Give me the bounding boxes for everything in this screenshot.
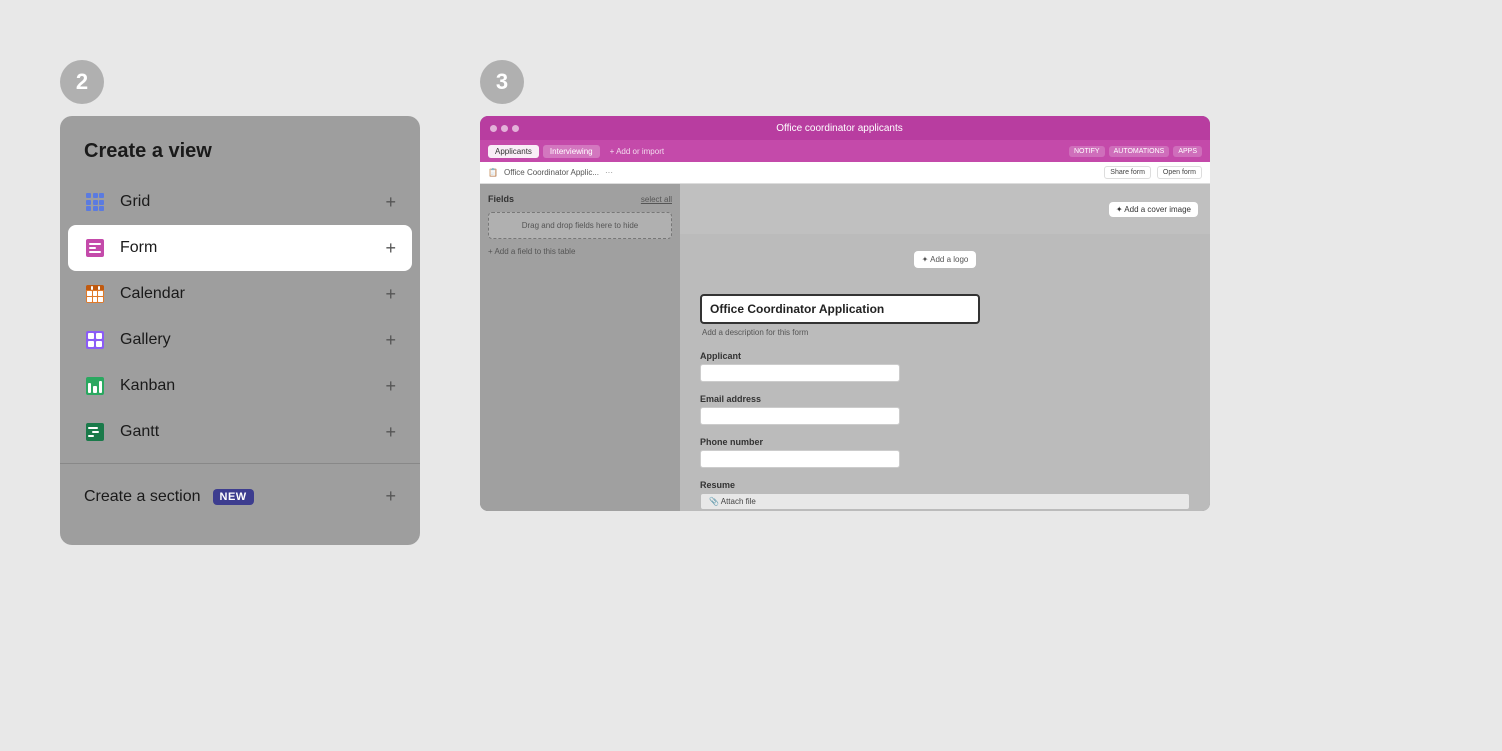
tab-interviewing[interactable]: Interviewing [543,145,600,158]
at-breadcrumb: Office Coordinator Applic... [504,168,599,177]
step-2-indicator: 2 [60,60,104,104]
view-item-kanban[interactable]: Kanban + [60,363,420,409]
at-dot-1 [490,125,497,132]
at-tabbar: Applicants Interviewing + Add or import … [480,140,1210,162]
step-2-section: 2 Create a view Grid + [60,60,420,545]
at-dot-2 [501,125,508,132]
at-form-content: Office Coordinator Application Add a des… [680,284,1210,511]
kanban-plus-icon[interactable]: + [385,376,396,397]
at-dot-3 [512,125,519,132]
calendar-label: Calendar [120,285,185,303]
at-sidebar-header: Fields select all [488,194,672,204]
step-3-indicator: 3 [480,60,524,104]
at-topbar-title: Office coordinator applicants [519,123,1160,134]
at-form-title-container: Office Coordinator Application [700,294,1190,324]
new-badge: NEW [213,489,254,505]
tab-add-import[interactable]: + Add or import [604,145,670,158]
at-sidebar-fields-label: Fields [488,194,514,204]
at-field-email: Email address [700,394,1190,425]
grid-label: Grid [120,193,150,211]
at-field-applicant-input[interactable] [700,364,900,382]
calendar-icon [84,283,106,305]
main-container: 2 Create a view Grid + [0,0,1502,751]
kanban-label: Kanban [120,377,175,395]
tab-applicants[interactable]: Applicants [488,145,539,158]
at-form-logo-area: ✦ Add a logo [680,234,1210,284]
gallery-label: Gallery [120,331,171,349]
gallery-icon [84,329,106,351]
at-attach-file-btn[interactable]: 📎 Attach file [700,493,1190,510]
at-sidebar-select-all[interactable]: select all [641,195,672,204]
calendar-plus-icon[interactable]: + [385,284,396,305]
at-field-resume-label: Resume [700,480,1190,490]
at-field-phone-label: Phone number [700,437,1190,447]
kanban-icon [84,375,106,397]
at-sidebar: Fields select all Drag and drop fields h… [480,184,680,511]
at-add-field[interactable]: + Add a field to this table [488,247,672,256]
create-view-card: Create a view Grid + [60,116,420,545]
at-topbar-icons [490,125,519,132]
at-field-drop-zone: Drag and drop fields here to hide [488,212,672,239]
view-item-gantt[interactable]: Gantt + [60,409,420,455]
apps-btn[interactable]: APPS [1173,146,1202,157]
at-cover-btn[interactable]: ✦ Add a cover image [1109,202,1198,217]
view-item-gallery[interactable]: Gallery + [60,317,420,363]
at-toolbar-actions: Share form Open form [1104,166,1202,179]
gallery-plus-icon[interactable]: + [385,330,396,351]
at-field-email-label: Email address [700,394,1190,404]
at-main: Fields select all Drag and drop fields h… [480,184,1210,511]
at-form-area: ✦ Add a cover image ✦ Add a logo Office … [680,184,1210,511]
create-section-label: Create a section [84,488,201,506]
gantt-icon [84,421,106,443]
gantt-plus-icon[interactable]: + [385,422,396,443]
at-form-title[interactable]: Office Coordinator Application [700,294,980,324]
at-right-actions: NOTIFY AUTOMATIONS APPS [1069,146,1202,157]
at-field-applicant: Applicant [700,351,1190,382]
create-section-row[interactable]: Create a section NEW + [60,472,420,521]
notify-btn[interactable]: NOTIFY [1069,146,1105,157]
section-plus-icon[interactable]: + [385,486,396,507]
form-plus-icon[interactable]: + [385,238,396,259]
at-field-email-input[interactable] [700,407,900,425]
create-view-title: Create a view [60,140,420,179]
grid-plus-icon[interactable]: + [385,192,396,213]
automations-btn[interactable]: AUTOMATIONS [1109,146,1170,157]
view-item-grid[interactable]: Grid + [60,179,420,225]
share-form-btn[interactable]: Share form [1104,166,1151,179]
view-item-calendar[interactable]: Calendar + [60,271,420,317]
grid-icon [84,191,106,213]
at-field-resume: Resume 📎 Attach file [700,480,1190,510]
step-3-section: 3 Office coordinator applicants Applican… [480,60,1462,511]
airtable-window: Office coordinator applicants Applicants… [480,116,1210,511]
at-form-header: ✦ Add a cover image [680,184,1210,234]
at-form-desc[interactable]: Add a description for this form [700,328,1190,337]
gantt-label: Gantt [120,423,159,441]
at-field-phone: Phone number [700,437,1190,468]
open-form-btn[interactable]: Open form [1157,166,1202,179]
at-logo-btn[interactable]: ✦ Add a logo [914,251,977,268]
form-icon [84,237,106,259]
at-topbar: Office coordinator applicants [480,116,1210,140]
at-field-phone-input[interactable] [700,450,900,468]
at-toolbar: 📋 Office Coordinator Applic... ··· Share… [480,162,1210,184]
view-item-form[interactable]: Form + [68,225,412,271]
at-field-applicant-label: Applicant [700,351,1190,361]
form-label: Form [120,239,157,257]
